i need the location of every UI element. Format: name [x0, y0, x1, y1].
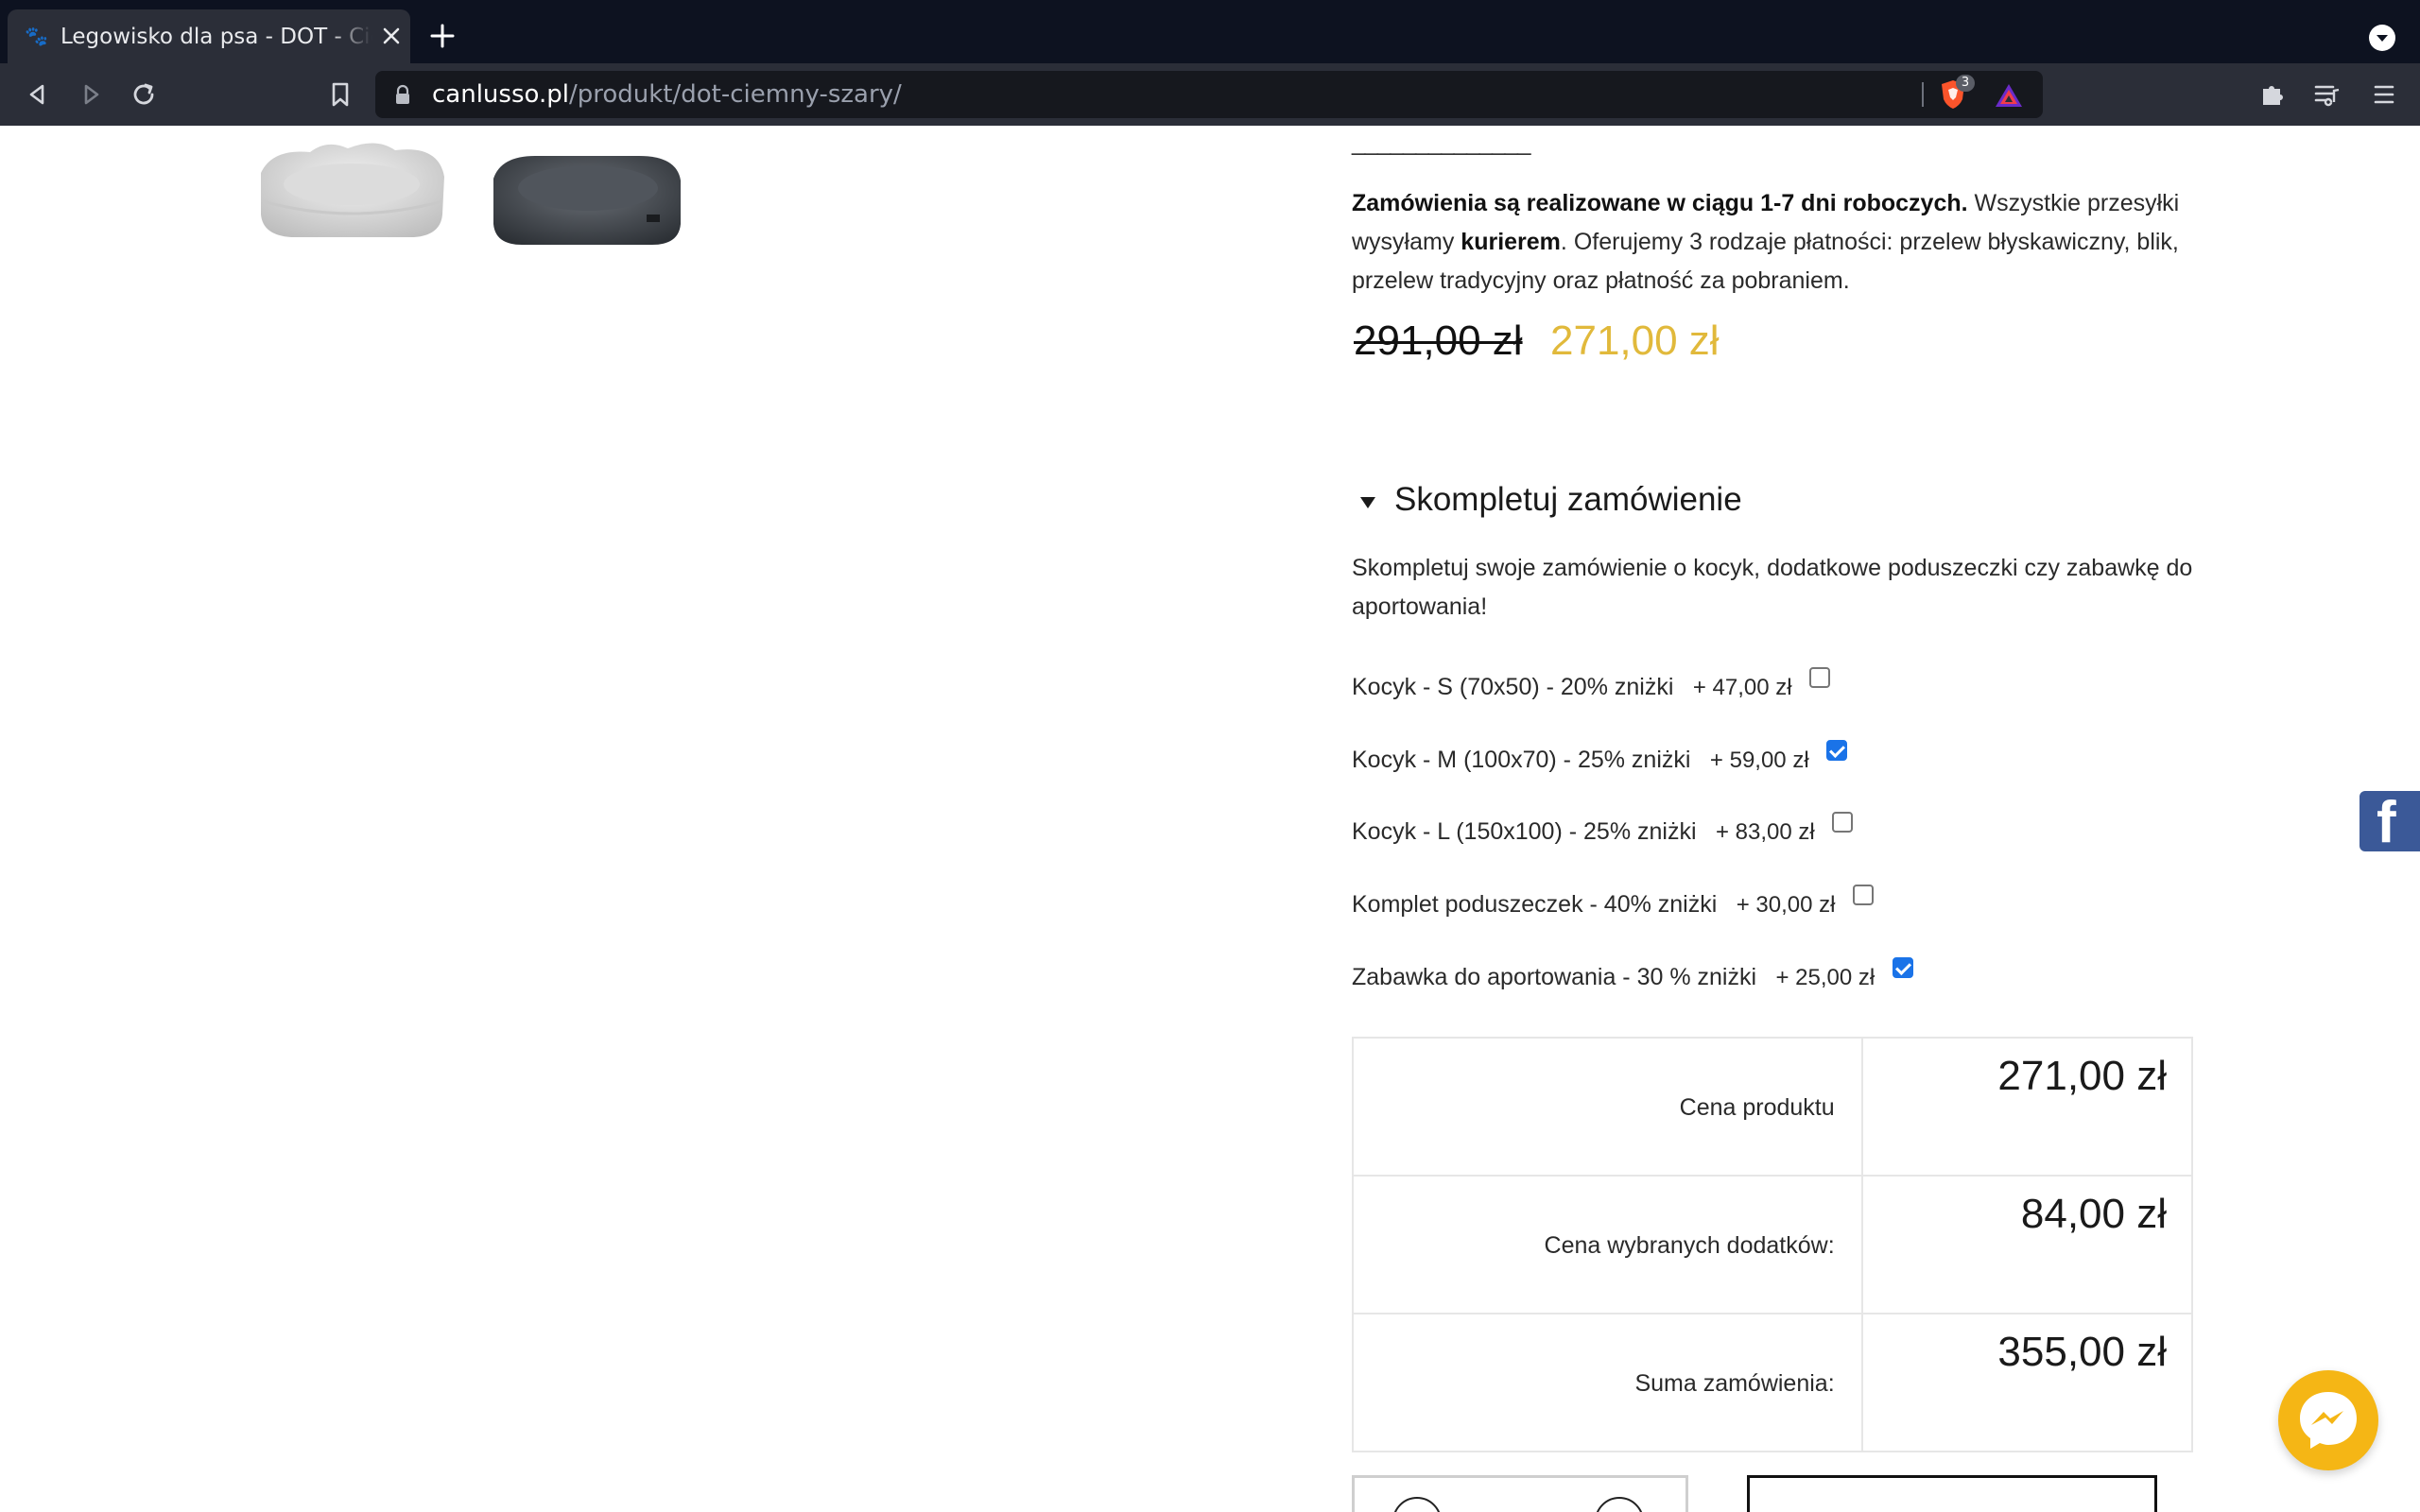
- shipping-info: Zamówienia są realizowane w ciągu 1-7 dn…: [1352, 184, 2203, 301]
- addons-price-label: Cena wybranych dodatków:: [1352, 1175, 1863, 1314]
- addon-item: Komplet poduszeczek - 40% zniżki + 30,00…: [1352, 881, 1874, 928]
- order-summary-table: Cena produktu 271,00 zł Cena wybranych d…: [1352, 1037, 2194, 1452]
- section-divider: ______________: [1352, 128, 1530, 156]
- brave-rewards-icon[interactable]: [1994, 82, 2024, 109]
- browser-tab[interactable]: 🐾 Legowisko dla psa - DOT - Ciemny szary: [8, 9, 410, 63]
- url-host: canlusso.pl: [432, 80, 569, 109]
- addon-price: + 25,00 zł: [1775, 965, 1876, 990]
- addons-description: Skompletuj swoje zamówienie o kocyk, dod…: [1352, 555, 2193, 620]
- quantity-decrease-button[interactable]: [1392, 1497, 1442, 1512]
- addon-checkbox[interactable]: [1826, 740, 1848, 761]
- product-thumbnail-light-grey[interactable]: [253, 135, 450, 241]
- back-icon[interactable]: [23, 79, 53, 110]
- url-text[interactable]: canlusso.pl/produkt/dot-ciemny-szary/: [432, 79, 902, 110]
- browser-tab-bar: 🐾 Legowisko dla psa - DOT - Ciemny szary: [0, 0, 2420, 63]
- collapse-triangle-icon[interactable]: [1359, 496, 1376, 509]
- addon-price: + 59,00 zł: [1709, 747, 1809, 773]
- addons-heading[interactable]: Skompletuj zamówienie: [1394, 479, 1742, 521]
- facebook-icon: f: [2377, 790, 2396, 855]
- addon-checkbox[interactable]: [1852, 885, 1874, 905]
- url-path: /produkt/dot-ciemny-szary/: [568, 80, 902, 109]
- extensions-puzzle-icon[interactable]: [2257, 79, 2288, 110]
- playlist-icon[interactable]: [2312, 79, 2342, 110]
- product-price-value: 271,00 zł: [1860, 1037, 2194, 1177]
- reload-icon[interactable]: [129, 79, 159, 110]
- addons-price-value: 84,00 zł: [1860, 1175, 2194, 1314]
- addon-label: Kocyk - S (70x50) - 20% zniżki: [1352, 674, 1674, 700]
- addon-price: + 30,00 zł: [1736, 892, 1836, 918]
- lock-icon[interactable]: [394, 84, 411, 105]
- addon-checkbox[interactable]: [1832, 812, 1854, 833]
- addon-item: Kocyk - L (150x100) - 25% zniżki + 83,00…: [1352, 808, 1854, 855]
- facebook-share-button[interactable]: f: [2360, 790, 2420, 855]
- courier-bold: kurierem: [1461, 229, 1561, 255]
- messenger-chat-button[interactable]: [2278, 1370, 2378, 1470]
- shipping-info-bold: Zamówienia są realizowane w ciągu 1-7 dn…: [1352, 190, 1968, 216]
- new-tab-icon[interactable]: [427, 21, 458, 51]
- table-row: Suma zamówienia: 355,00 zł: [1352, 1313, 2194, 1452]
- addon-label: Kocyk - M (100x70) - 25% zniżki: [1352, 747, 1691, 773]
- shield-count-badge: 3: [1956, 75, 1975, 92]
- messenger-icon: [2300, 1392, 2357, 1449]
- old-price: 291,00 zł: [1354, 318, 1523, 364]
- close-tab-icon[interactable]: [378, 23, 405, 49]
- quantity-increase-button[interactable]: [1595, 1497, 1644, 1512]
- quantity-stepper[interactable]: [1352, 1475, 1688, 1512]
- address-bar-divider: [1922, 82, 1924, 107]
- addon-checkbox[interactable]: [1892, 957, 1913, 978]
- addon-label: Zabawka do aportowania - 30 % zniżki: [1352, 964, 1757, 990]
- addon-checkbox[interactable]: [1809, 667, 1831, 688]
- order-total-value: 355,00 zł: [1860, 1313, 2194, 1452]
- table-row: Cena produktu 271,00 zł: [1352, 1037, 2194, 1177]
- addon-label: Komplet poduszeczek - 40% zniżki: [1352, 891, 1718, 918]
- add-to-cart-button[interactable]: [1747, 1475, 2157, 1512]
- product-price-label: Cena produktu: [1352, 1037, 1863, 1177]
- addon-item: Kocyk - S (70x50) - 20% zniżki + 47,00 z…: [1352, 663, 1831, 711]
- sale-price: 271,00 zł: [1550, 318, 1720, 364]
- tab-search-menu-icon[interactable]: [2369, 25, 2395, 51]
- addon-price: + 47,00 zł: [1692, 675, 1792, 700]
- addon-price: + 83,00 zł: [1715, 819, 1815, 845]
- address-bar[interactable]: canlusso.pl/produkt/dot-ciemny-szary/ 3: [375, 71, 2043, 118]
- browser-toolbar: canlusso.pl/produkt/dot-ciemny-szary/ 3: [0, 63, 2420, 126]
- bookmark-icon[interactable]: [325, 79, 355, 110]
- order-total-label: Suma zamówienia:: [1352, 1313, 1863, 1452]
- addon-item: Kocyk - M (100x70) - 25% zniżki + 59,00 …: [1352, 736, 1848, 783]
- main-menu-icon[interactable]: [2369, 79, 2399, 110]
- forward-icon[interactable]: [76, 79, 106, 110]
- addon-label: Kocyk - L (150x100) - 25% zniżki: [1352, 818, 1697, 845]
- addon-item: Zabawka do aportowania - 30 % zniżki + 2…: [1352, 954, 1913, 1001]
- paw-favicon-icon: 🐾: [25, 25, 48, 47]
- product-thumbnail-dark-grey[interactable]: [488, 145, 686, 249]
- table-row: Cena wybranych dodatków: 84,00 zł: [1352, 1175, 2194, 1314]
- tab-title: Legowisko dla psa - DOT - Ciemny szary: [60, 25, 372, 49]
